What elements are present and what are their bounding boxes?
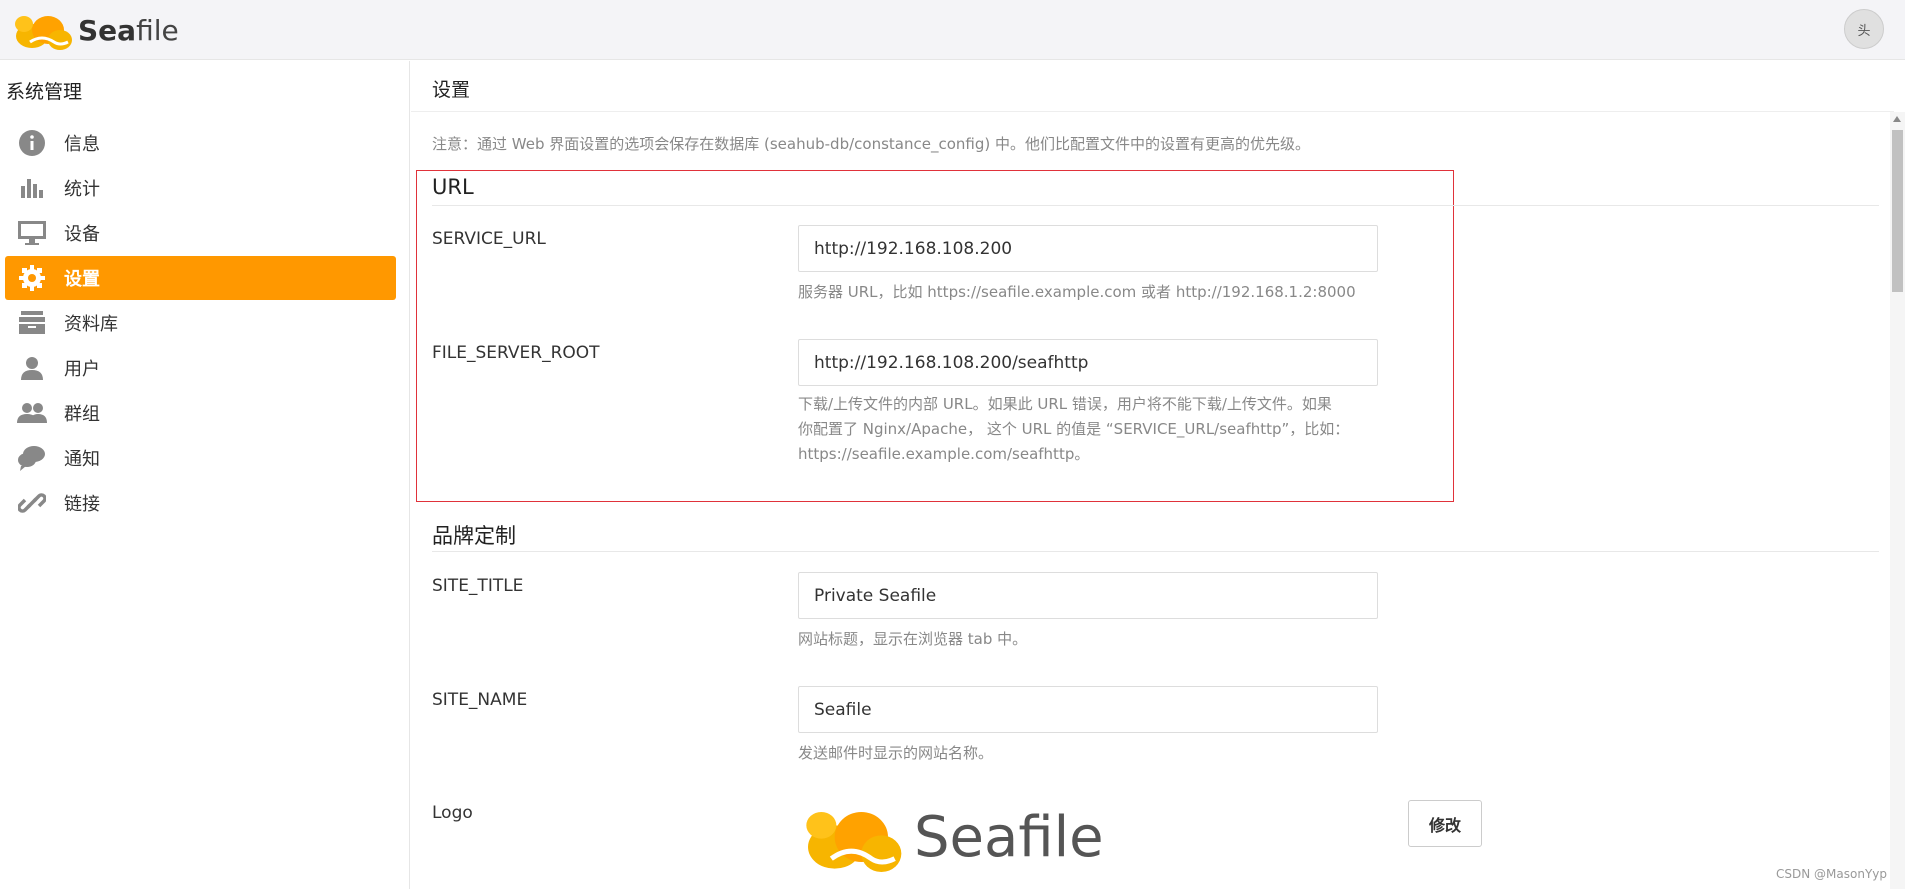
sidebar-item-label: 通知 [64,449,100,470]
vertical-scrollbar[interactable] [1890,112,1905,889]
user-avatar[interactable]: 头 [1844,9,1884,49]
site-name-label: SITE_NAME [432,690,528,710]
sidebar-item-label: 群组 [64,404,100,425]
section-title-url: URL [432,175,474,199]
sidebar-item-users[interactable]: 用户 [5,346,396,390]
help-line: 你配置了 Nginx/Apache， 这个 URL 的值是 “SERVICE_U… [798,420,1350,438]
sidebar-item-notifications[interactable]: 通知 [5,436,396,480]
settings-main: 设置 注意：通过 Web 界面设置的选项会保存在数据库 (seahub-db/c… [411,61,1905,889]
help-line: https://seafile.example.com/seafhttp。 [798,445,1090,463]
section-divider [432,551,1879,552]
sidebar-item-info[interactable]: 信息 [5,121,396,165]
logo-text: Seafile [78,13,179,47]
archive-icon [16,307,48,339]
logo-preview: Seafile [798,796,1104,878]
page-header: 设置 [411,61,1894,112]
section-divider [432,205,1879,206]
sidebar-nav: 信息 统计 设备 设置 资料库 用户 群组 通知 链接 [5,121,396,526]
section-title-branding: 品牌定制 [432,524,516,548]
chat-icon [16,442,48,474]
sidebar-item-label: 设置 [64,269,100,290]
bar-chart-icon [16,172,48,204]
seafile-logo[interactable]: Seafile [10,8,179,52]
cloud-logo-icon [15,16,72,50]
service-url-label: SERVICE_URL [432,229,546,249]
logo-label: Logo [432,803,473,823]
user-icon [16,352,48,384]
sidebar-item-label: 统计 [64,179,100,200]
site-name-input[interactable] [798,686,1378,733]
modify-logo-button[interactable]: 修改 [1408,800,1482,847]
admin-sidebar: 系统管理 信息 统计 设备 设置 资料库 用户 群组 通知 链接 [0,61,410,889]
link-icon [16,487,48,519]
sidebar-item-label: 信息 [64,134,100,155]
file-server-root-help: 下载/上传文件的内部 URL。如果此 URL 错误，用户将不能下载/上传文件。如… [798,392,1388,467]
sidebar-item-links[interactable]: 链接 [5,481,396,525]
service-url-input[interactable] [798,225,1378,272]
help-line: 下载/上传文件的内部 URL。如果此 URL 错误，用户将不能下载/上传文件。如… [798,395,1332,413]
logo-preview-text: Seafile [914,804,1104,870]
top-header: Seafile 头 [0,0,1905,60]
monitor-icon [16,217,48,249]
site-title-help: 网站标题，显示在浏览器 tab 中。 [798,630,1028,648]
avatar-alt-text: 头 [1857,23,1871,39]
scroll-thumb[interactable] [1892,130,1903,292]
sidebar-item-libraries[interactable]: 资料库 [5,301,396,345]
sidebar-item-label: 链接 [64,494,100,515]
cloud-logo-icon [806,812,902,872]
scroll-up-arrow-icon[interactable] [1893,116,1901,122]
info-icon [16,127,48,159]
gear-icon [16,262,48,294]
sidebar-item-settings[interactable]: 设置 [5,256,396,300]
sidebar-item-label: 设备 [64,224,100,245]
site-title-input[interactable] [798,572,1378,619]
service-url-help: 服务器 URL，比如 https://seafile.example.com 或… [798,283,1356,301]
sidebar-heading: 系统管理 [6,81,83,103]
group-icon [16,397,48,429]
site-title-label: SITE_TITLE [432,576,524,596]
sidebar-item-label: 资料库 [64,314,118,335]
watermark: CSDN @MasonYyp [1776,867,1887,881]
settings-note: 注意：通过 Web 界面设置的选项会保存在数据库 (seahub-db/cons… [432,135,1310,153]
site-name-help: 发送邮件时显示的网站名称。 [798,744,994,762]
file-server-root-label: FILE_SERVER_ROOT [432,343,600,363]
file-server-root-input[interactable] [798,339,1378,386]
sidebar-item-statistics[interactable]: 统计 [5,166,396,210]
sidebar-item-groups[interactable]: 群组 [5,391,396,435]
sidebar-item-devices[interactable]: 设备 [5,211,396,255]
page-title: 设置 [432,79,471,101]
sidebar-item-label: 用户 [64,359,100,380]
